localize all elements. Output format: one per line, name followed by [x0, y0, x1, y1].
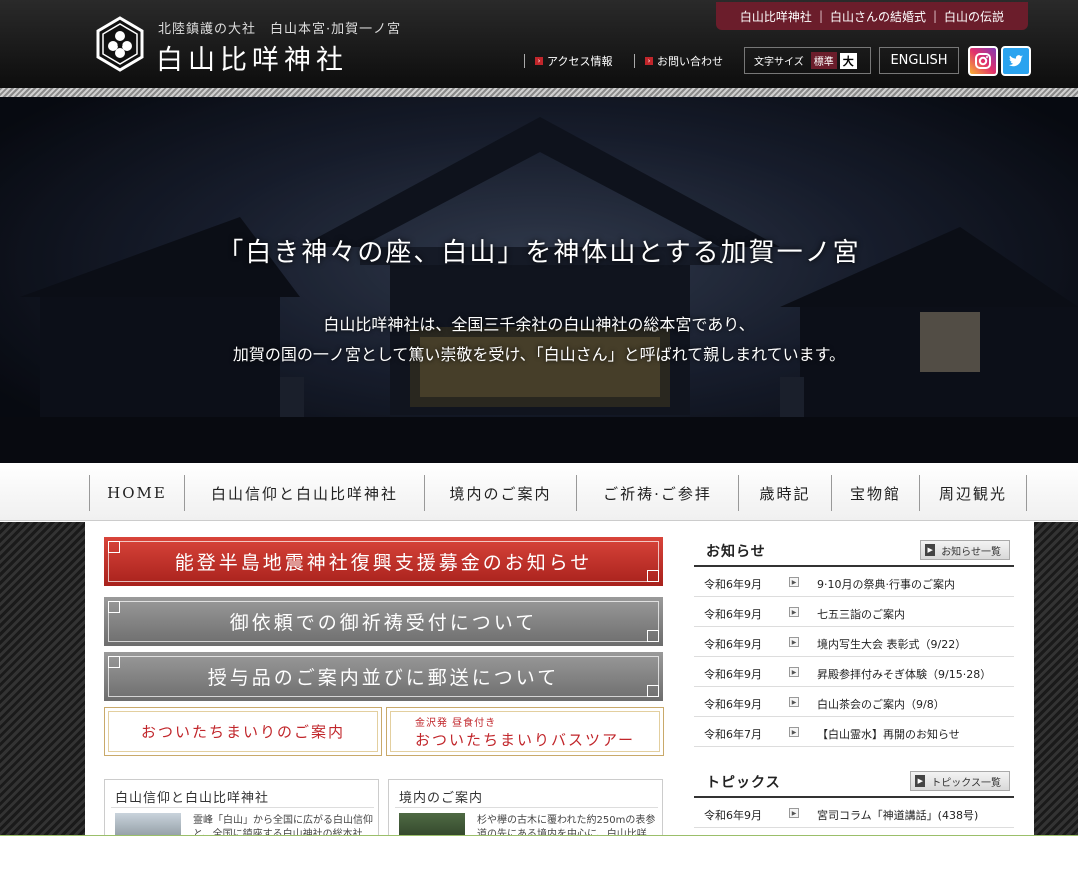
arrow-icon: › — [645, 57, 653, 65]
banner-tsuitachi-mairi[interactable]: おついたちまいりのご案内 — [104, 707, 382, 756]
page: 北陸鎮護の大社 白山本宮·加賀一ノ宮 白山比咩神社 白山比咩神社 | 白山さんの… — [0, 0, 1078, 891]
topics-list-button[interactable]: トピックス一覧 — [910, 771, 1010, 791]
top-link-legend[interactable]: 白山の伝説 — [944, 8, 1004, 25]
news-item-title: 白山茶会のご案内（9/8） — [817, 698, 945, 711]
topics-panel: トピックス トピックス一覧 令和6年9月 ▶ 宮司コラム「神道講話」(438号) — [694, 768, 1014, 828]
corner-ornament — [647, 685, 659, 697]
news-item[interactable]: 令和6年9月 ▶ 9·10月の祭典·行事のご案内 — [694, 567, 1014, 597]
top-links: 白山比咩神社 | 白山さんの結婚式 | 白山の伝説 — [716, 2, 1028, 30]
bullet-arrow-icon: ▶ — [789, 727, 799, 737]
news-date: 令和6年9月 — [704, 668, 762, 681]
news-item-title: 昇殿参拝付みそぎ体験（9/15·28） — [817, 668, 992, 681]
corner-ornament — [108, 541, 120, 553]
divider — [395, 807, 658, 808]
separator: | — [818, 9, 823, 23]
banner-label: 能登半島地震神社復興支援募金のお知らせ — [174, 552, 593, 574]
bullet-arrow-icon: ▶ — [789, 607, 799, 617]
news-item[interactable]: 令和6年9月 ▶ 白山茶会のご案内（9/8） — [694, 687, 1014, 717]
news-item[interactable]: 令和6年9月 ▶ 昇殿参拝付みそぎ体験（9/15·28） — [694, 657, 1014, 687]
banner-prayer-request[interactable]: 御依頼での御祈祷受付について — [104, 597, 663, 646]
hero-description-line: 加賀の国の一ノ宮として篤い崇敬を受け、「白山さん」と呼ばれて親しまれています。 — [232, 345, 846, 364]
bullet-arrow-icon: ▶ — [789, 697, 799, 707]
news-panel: お知らせ お知らせ一覧 令和6年9月 ▶ 9·10月の祭典·行事のご案内 令和6… — [694, 537, 1014, 747]
contact-link[interactable]: › お問い合わせ — [634, 54, 723, 68]
nav-item-calendar[interactable]: 歳時記 — [739, 475, 832, 511]
shrine-photo-illustration — [0, 97, 1078, 463]
header-stripe — [0, 88, 1078, 97]
hero-headline: 「白き神々の座、白山」を神体山とする加賀一ノ宮 — [217, 238, 861, 268]
news-date: 令和6年9月 — [704, 698, 762, 711]
site-name[interactable]: 白山比咩神社 — [156, 38, 348, 77]
news-item-title: 9·10月の祭典·行事のご案内 — [817, 578, 955, 591]
nav-item-faith[interactable]: 白山信仰と白山比咩神社 — [185, 475, 425, 511]
topics-title: トピックス — [706, 775, 781, 791]
font-size-standard-button[interactable]: 標準 — [810, 52, 837, 69]
news-date: 令和6年9月 — [704, 578, 762, 591]
banner-bus-tour[interactable]: 金沢発 昼食付き おついたちまいりバスツアー — [386, 707, 664, 756]
news-title: お知らせ — [706, 544, 766, 560]
shrine-crest-logo[interactable] — [96, 16, 144, 72]
banner-noto-donation[interactable]: 能登半島地震神社復興支援募金のお知らせ — [104, 537, 663, 586]
global-nav-list: HOME 白山信仰と白山比咩神社 境内のご案内 ご祈祷·ご参拝 歳時記 宝物館 … — [89, 475, 1027, 511]
news-list-button[interactable]: お知らせ一覧 — [920, 540, 1010, 560]
site-subtitle: 北陸鎮護の大社 白山本宮·加賀一ノ宮 — [158, 22, 402, 37]
site-header: 北陸鎮護の大社 白山本宮·加賀一ノ宮 白山比咩神社 白山比咩神社 | 白山さんの… — [0, 0, 1078, 88]
news-item-title: 七五三詣のご案内 — [817, 608, 905, 621]
topics-date: 令和6年9月 — [704, 809, 762, 822]
top-link-shrine[interactable]: 白山比咩神社 — [740, 8, 812, 25]
hero-description-line: 白山比咩神社は、全国三千余社の白山神社の総本宮であり、 — [323, 315, 755, 334]
contact-link-label: お問い合わせ — [657, 55, 723, 68]
card-title: 白山信仰と白山比咩神社 — [115, 791, 270, 806]
bullet-arrow-icon: ▶ — [789, 577, 799, 587]
font-size-switcher: 文字サイズ 標準 大 — [744, 47, 871, 74]
twitter-icon[interactable] — [1001, 46, 1031, 76]
corner-ornament — [647, 630, 659, 642]
news-date: 令和6年9月 — [704, 608, 762, 621]
font-size-large-button[interactable]: 大 — [839, 52, 857, 69]
nav-item-home[interactable]: HOME — [90, 475, 185, 511]
access-link[interactable]: › アクセス情報 — [524, 54, 612, 68]
topics-item[interactable]: 令和6年9月 ▶ 宮司コラム「神道講話」(438号) — [694, 798, 1014, 828]
hero-image: 「白き神々の座、白山」を神体山とする加賀一ノ宮 白山比咩神社は、全国三千余社の白… — [0, 97, 1078, 463]
banner-label: おついたちまいりのご案内 — [140, 723, 345, 741]
hero-description: 白山比咩神社は、全国三千余社の白山神社の総本宮であり、 加賀の国の一ノ宮として篤… — [0, 310, 1078, 370]
news-item-title: 【白山霊水】再開のお知らせ — [817, 728, 960, 741]
banner-label: 御依頼での御祈祷受付について — [229, 612, 538, 634]
nav-item-sightseeing[interactable]: 周辺観光 — [920, 475, 1027, 511]
news-item[interactable]: 令和6年9月 ▶ 七五三詣のご案内 — [694, 597, 1014, 627]
corner-ornament — [647, 570, 659, 582]
separator: | — [933, 9, 938, 23]
nav-item-treasury[interactable]: 宝物館 — [832, 475, 920, 511]
news-item[interactable]: 令和6年7月 ▶ 【白山霊水】再開のお知らせ — [694, 717, 1014, 747]
corner-ornament — [108, 601, 120, 613]
page-bottom-area — [0, 836, 1078, 891]
global-nav: HOME 白山信仰と白山比咩神社 境内のご案内 ご祈祷·ご参拝 歳時記 宝物館 … — [0, 463, 1078, 521]
bullet-arrow-icon: ▶ — [789, 637, 799, 647]
arrow-icon: › — [535, 57, 543, 65]
nav-item-prayer[interactable]: ご祈祷·ご参拝 — [577, 475, 739, 511]
bullet-arrow-icon: ▶ — [789, 667, 799, 677]
banner-label: おついたちまいりバスツアー — [414, 730, 636, 749]
news-date: 令和6年9月 — [704, 638, 762, 651]
banner-tag: 金沢発 昼食付き — [415, 717, 497, 729]
top-link-wedding[interactable]: 白山さんの結婚式 — [830, 8, 926, 25]
banner-amulets-mail[interactable]: 授与品のご案内並びに郵送について — [104, 652, 663, 701]
divider — [111, 807, 374, 808]
nav-item-grounds[interactable]: 境内のご案内 — [425, 475, 577, 511]
english-button[interactable]: ENGLISH — [879, 47, 959, 74]
news-item[interactable]: 令和6年9月 ▶ 境内写生大会 表彰式（9/22） — [694, 627, 1014, 657]
topics-header: トピックス トピックス一覧 — [694, 768, 1014, 798]
card-title: 境内のご案内 — [399, 791, 484, 806]
topics-item-title: 宮司コラム「神道講話」(438号) — [817, 809, 979, 822]
corner-ornament — [108, 656, 120, 668]
instagram-icon[interactable] — [968, 46, 998, 76]
access-link-label: アクセス情報 — [547, 55, 613, 68]
news-header: お知らせ お知らせ一覧 — [694, 537, 1014, 567]
news-date: 令和6年7月 — [704, 728, 762, 741]
bullet-arrow-icon: ▶ — [789, 808, 799, 818]
font-size-label: 文字サイズ — [754, 57, 804, 68]
banner-label: 授与品のご案内並びに郵送について — [207, 667, 560, 689]
news-item-title: 境内写生大会 表彰式（9/22） — [817, 638, 967, 651]
